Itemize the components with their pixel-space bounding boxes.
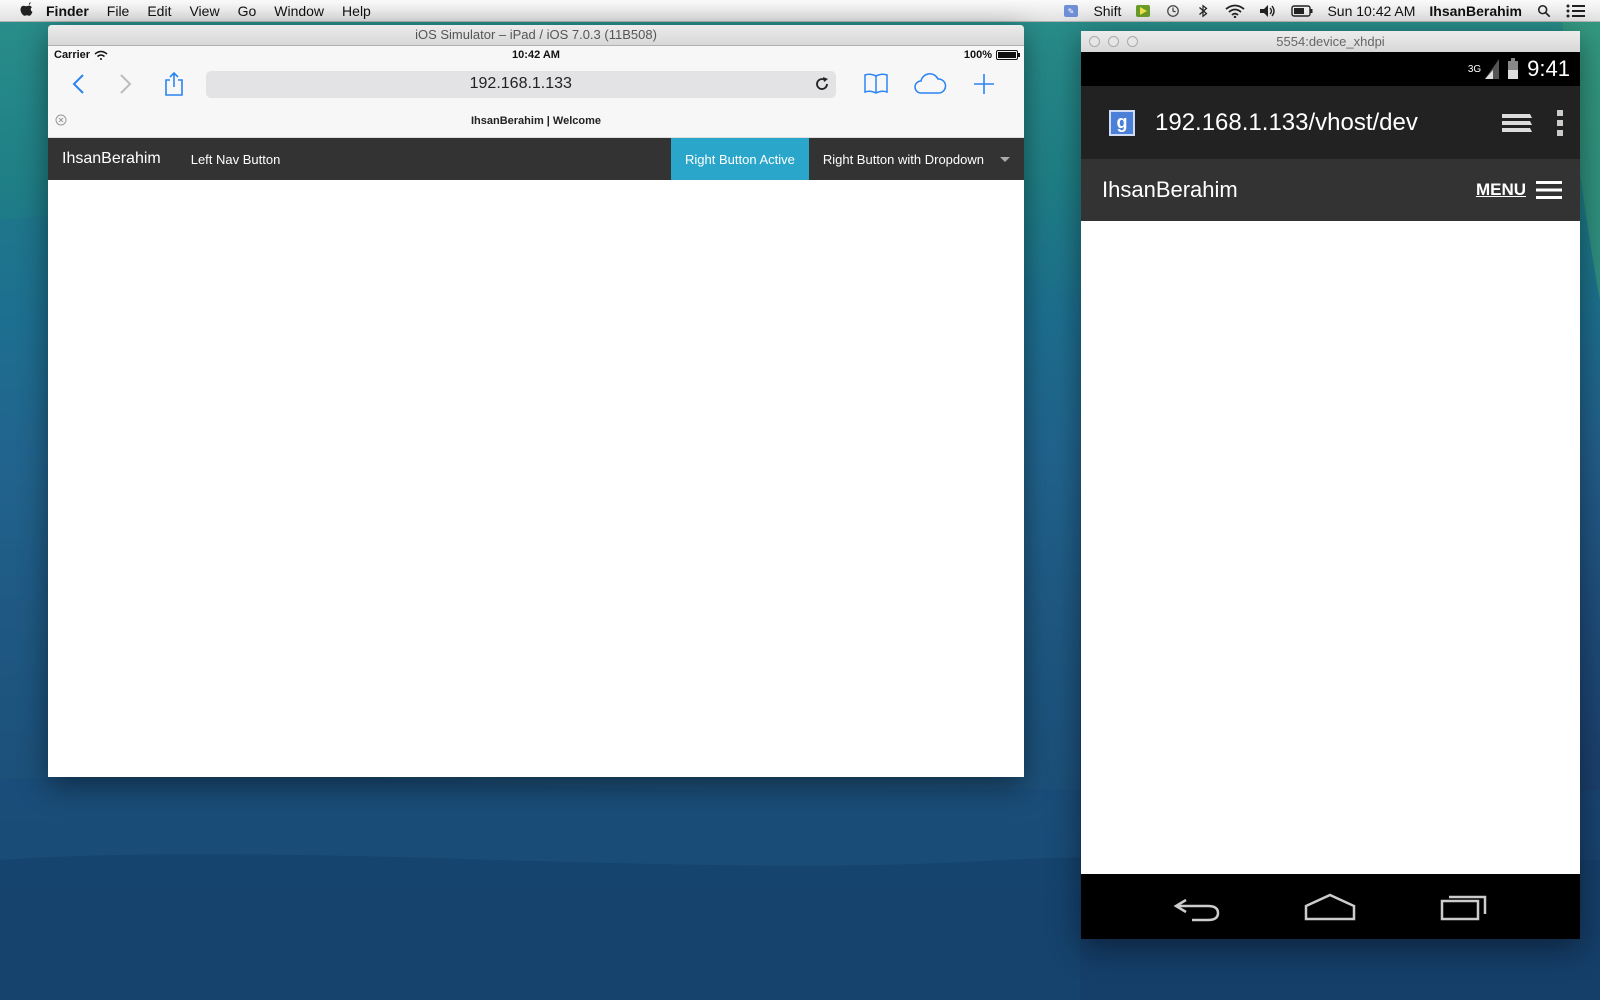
safari-tab-bar: IhsanBerahim | Welcome bbox=[48, 104, 1024, 138]
left-nav-button[interactable]: Left Nav Button bbox=[191, 152, 281, 167]
android-browser-bar: g 192.168.1.133/vhost/dev bbox=[1081, 86, 1580, 159]
keyboard-layout-label[interactable]: Shift bbox=[1093, 3, 1121, 19]
reload-icon[interactable] bbox=[814, 76, 830, 92]
android-status-bar: 3G 9:41 bbox=[1081, 52, 1580, 86]
app-status-icon[interactable] bbox=[1135, 4, 1151, 18]
android-time: 9:41 bbox=[1527, 56, 1570, 81]
google-search-badge[interactable]: g bbox=[1109, 109, 1135, 136]
volume-icon[interactable] bbox=[1259, 4, 1277, 18]
close-tab-icon[interactable] bbox=[55, 114, 67, 126]
battery-icon[interactable] bbox=[1291, 4, 1313, 18]
site-top-bar: IhsanBerahim Left Nav Button Right Butto… bbox=[48, 138, 1024, 180]
ios-simulator-window: iOS Simulator – iPad / iOS 7.0.3 (11B508… bbox=[48, 25, 1024, 777]
right-button-active-label: Right Button Active bbox=[685, 151, 795, 167]
notification-center-icon[interactable] bbox=[1566, 4, 1586, 18]
zoom-window-button[interactable] bbox=[1127, 36, 1138, 47]
android-emulator-window: 5554:device_xhdpi 3G 9:41 g 192.168.1.13… bbox=[1081, 31, 1580, 939]
share-button[interactable] bbox=[156, 68, 192, 100]
share-icon bbox=[164, 71, 183, 96]
menu-help[interactable]: Help bbox=[342, 3, 371, 19]
safari-toolbar: 192.168.1.133 bbox=[48, 64, 1024, 104]
plus-icon bbox=[974, 74, 995, 94]
site-brand[interactable]: IhsanBerahim bbox=[62, 150, 161, 168]
chevron-right-icon bbox=[120, 74, 132, 94]
android-battery-icon bbox=[1508, 58, 1519, 79]
menu-window[interactable]: Window bbox=[274, 3, 324, 19]
address-bar[interactable]: 192.168.1.133 bbox=[205, 70, 837, 98]
android-page-content bbox=[1081, 221, 1580, 874]
android-back-icon[interactable] bbox=[1172, 892, 1222, 922]
android-url[interactable]: 192.168.1.133/vhost/dev bbox=[1155, 109, 1478, 137]
minimize-window-button[interactable] bbox=[1108, 36, 1119, 47]
close-window-button[interactable] bbox=[1089, 36, 1100, 47]
ios-page-content bbox=[48, 180, 1024, 774]
right-button-active[interactable]: Right Button Active bbox=[671, 138, 809, 180]
wifi-icon[interactable] bbox=[1225, 4, 1246, 18]
site-menu-label: MENU bbox=[1475, 180, 1526, 199]
menu-edit[interactable]: Edit bbox=[147, 3, 171, 19]
apple-menu-icon[interactable] bbox=[18, 2, 34, 19]
network-type: 3G bbox=[1467, 63, 1482, 75]
menu-view[interactable]: View bbox=[189, 3, 219, 19]
menu-bar: Finder File Edit View Go Window Help ✎ S… bbox=[0, 0, 1600, 22]
android-home-icon[interactable] bbox=[1304, 892, 1356, 922]
ios-battery-percent: 100% bbox=[963, 49, 992, 61]
bluetooth-icon[interactable] bbox=[1195, 4, 1211, 18]
ios-window-title[interactable]: iOS Simulator – iPad / iOS 7.0.3 (11B508… bbox=[48, 25, 1024, 46]
signal-strength-icon bbox=[1485, 59, 1500, 79]
back-button[interactable] bbox=[60, 68, 96, 100]
tab-title[interactable]: IhsanBerahim | Welcome bbox=[48, 115, 1024, 127]
right-button-dropdown-label: Right Button with Dropdown bbox=[822, 151, 984, 167]
icloud-tabs-button[interactable] bbox=[912, 68, 948, 100]
android-window-title: 5554:device_xhdpi bbox=[1276, 34, 1385, 49]
menu-file[interactable]: File bbox=[107, 3, 130, 19]
android-site-top-bar: IhsanBerahim MENU bbox=[1081, 159, 1580, 221]
tabs-stack-icon[interactable] bbox=[1500, 110, 1534, 136]
android-recents-icon[interactable] bbox=[1439, 892, 1489, 922]
bookmarks-button[interactable] bbox=[858, 68, 894, 100]
svg-text:✎: ✎ bbox=[1068, 7, 1075, 16]
overflow-menu-icon[interactable] bbox=[1556, 109, 1564, 137]
menubar-user[interactable]: IhsanBerahim bbox=[1429, 3, 1522, 19]
caret-down-icon bbox=[1000, 156, 1010, 162]
new-tab-button[interactable] bbox=[966, 68, 1002, 100]
menu-go[interactable]: Go bbox=[238, 3, 257, 19]
time-machine-icon[interactable] bbox=[1165, 4, 1181, 18]
android-site-brand[interactable]: IhsanBerahim bbox=[1102, 177, 1238, 203]
ios-time: 10:42 AM bbox=[512, 49, 560, 61]
ios-battery-icon bbox=[996, 50, 1020, 60]
spotlight-search-icon[interactable] bbox=[1536, 4, 1552, 18]
address-bar-url: 192.168.1.133 bbox=[469, 75, 572, 92]
chevron-left-icon bbox=[72, 74, 84, 94]
ios-status-bar: Carrier 10:42 AM 100% bbox=[48, 46, 1024, 64]
android-navigation-bar bbox=[1081, 874, 1580, 939]
android-titlebar: 5554:device_xhdpi bbox=[1081, 31, 1580, 52]
book-icon bbox=[864, 73, 888, 94]
input-source-icon[interactable]: ✎ bbox=[1063, 4, 1079, 18]
menubar-clock[interactable]: Sun 10:42 AM bbox=[1327, 3, 1415, 19]
cloud-icon bbox=[914, 73, 947, 94]
hamburger-icon bbox=[1536, 181, 1562, 199]
site-menu-button[interactable]: MENU bbox=[1476, 180, 1562, 200]
menu-app-name[interactable]: Finder bbox=[46, 3, 89, 19]
forward-button[interactable] bbox=[108, 68, 144, 100]
right-button-dropdown[interactable]: Right Button with Dropdown bbox=[809, 138, 1024, 180]
